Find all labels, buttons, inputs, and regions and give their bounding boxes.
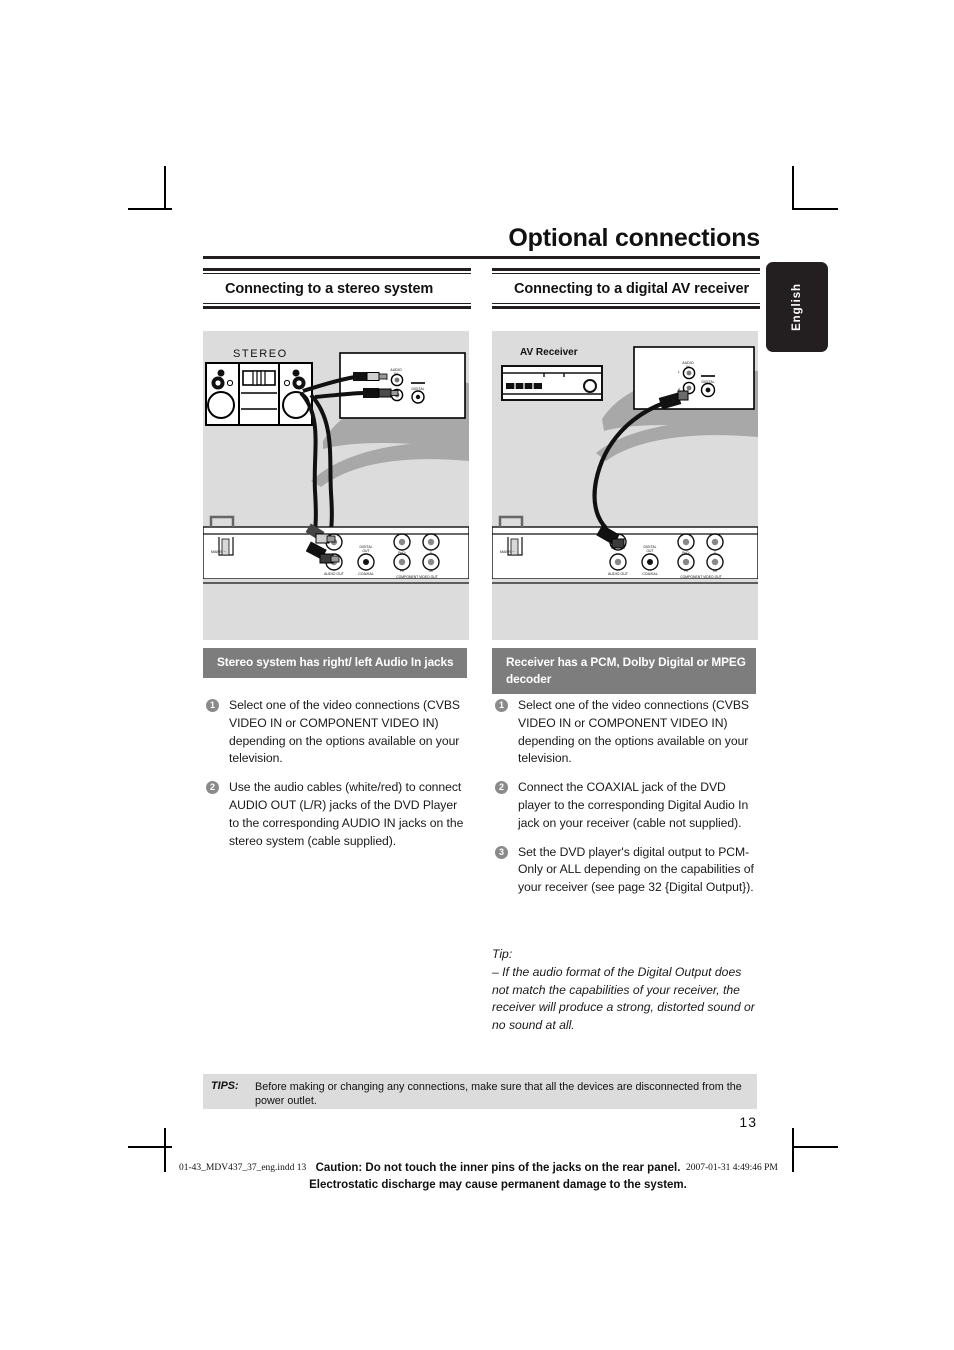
crop-mark-top-right-horizontal [794, 208, 838, 210]
step-item: 1 Select one of the video connections (C… [492, 697, 758, 768]
section-header-av-receiver: Connecting to a digital AV receiver [492, 268, 760, 309]
caution-line-2: Electrostatic discharge may cause perman… [309, 1179, 687, 1191]
rule [203, 306, 471, 309]
steps-list-stereo: 1 Select one of the video connections (C… [203, 697, 469, 861]
step-item: 3 Set the DVD player's digital output to… [492, 844, 758, 897]
tip-label: Tip: [492, 947, 513, 961]
dvd-player-rear-panel: MAINS ~ AUDIO OUT DIGITAL OUT COAXIAL Pr… [203, 515, 469, 585]
tv-jack-panel: AUDIO IN L R DIGITAL [633, 346, 755, 410]
step-text: Select one of the video connections (CVB… [229, 698, 461, 766]
svg-text:Pr/Cr: Pr/Cr [398, 551, 406, 555]
tips-label: TIPS: [211, 1080, 239, 1092]
svg-text:MAINS ~: MAINS ~ [211, 550, 225, 554]
rule [203, 303, 471, 304]
diagram-stereo-svg: STEREO AUDIO DIGITAL MAINS ~ AUDIO OUT D… [203, 331, 469, 640]
svg-text:OUT: OUT [646, 549, 653, 553]
step-number-badge: 1 [206, 699, 219, 712]
svg-text:COAXIAL: COAXIAL [358, 572, 374, 576]
step-number-badge: 2 [495, 781, 508, 795]
section-heading-av-receiver: Connecting to a digital AV receiver [514, 281, 749, 297]
tip-block: Tip: – If the audio format of the Digita… [492, 946, 758, 1035]
stereo-mini-system [205, 362, 313, 426]
step-text: Connect the COAXIAL jack of the DVD play… [518, 780, 749, 830]
language-tab-label: English [791, 283, 803, 331]
svg-text:OUT: OUT [362, 549, 369, 553]
language-tab-english: English [766, 262, 828, 352]
svg-text:Cb: Cb [713, 569, 717, 573]
svg-text:Pr/Cr: Pr/Cr [682, 551, 690, 555]
title-rule [203, 256, 760, 259]
crop-mark-bottom-left-horizontal [128, 1146, 172, 1148]
caution-text: Caution: Do not touch the inner pins of … [288, 1160, 708, 1194]
step-item: 2 Use the audio cables (white/red) to co… [203, 779, 469, 850]
step-text: Set the DVD player's digital output to P… [518, 844, 754, 895]
caution-line-1: Caution: Do not touch the inner pins of … [315, 1162, 681, 1174]
section-heading-stereo: Connecting to a stereo system [225, 281, 434, 297]
diagram-stereo-connection: STEREO AUDIO DIGITAL MAINS ~ AUDIO OUT D… [203, 331, 469, 640]
print-footer-date: 2007-01-31 4:49:46 PM [686, 1163, 778, 1173]
print-footer-filename: 01-43_MDV437_37_eng.indd 13 [179, 1163, 307, 1173]
caption-bar-stereo: Stereo system has right/ left Audio In j… [203, 648, 467, 678]
svg-text:Cb: Cb [429, 569, 433, 573]
caption-bar-av-receiver: Receiver has a PCM, Dolby Digital or MPE… [492, 648, 756, 694]
stereo-device-label: STEREO [233, 348, 288, 360]
dvd-player-rear-panel: MAINS ~ AUDIO OUT DIGITAL OUT COAXIAL Pr… [492, 515, 758, 585]
step-item: 1 Select one of the video connections (C… [203, 697, 469, 768]
step-text: Use the audio cables (white/red) to conn… [229, 780, 464, 848]
manual-page: Optional connections English Connecting … [0, 0, 954, 1350]
svg-text:AUDIO OUT: AUDIO OUT [608, 572, 629, 576]
tv-jack-panel: AUDIO IN L R DIGITAL [339, 352, 466, 419]
crop-mark-top-left-vertical [164, 166, 166, 210]
steps-list-av-receiver: 1 Select one of the video connections (C… [492, 697, 758, 908]
av-receiver-device-label: AV Receiver [520, 347, 578, 358]
svg-text:Pb: Pb [400, 569, 404, 573]
step-item: 2 Connect the COAXIAL jack of the DVD pl… [492, 779, 758, 832]
step-number-badge: 3 [495, 845, 508, 859]
tip-text: – If the audio format of the Digital Out… [492, 964, 755, 1033]
rule [203, 268, 471, 271]
crop-mark-top-left-horizontal [128, 208, 172, 210]
svg-text:COMPONENT VIDEO OUT: COMPONENT VIDEO OUT [396, 575, 438, 579]
step-text: Select one of the video connections (CVB… [518, 698, 750, 766]
svg-text:AUDIO OUT: AUDIO OUT [324, 572, 345, 576]
tips-text: Before making or changing any connection… [255, 1081, 742, 1107]
print-footer-clip: Caution: Do not touch the inner pins of … [0, 1152, 954, 1194]
page-number: 13 [739, 1114, 757, 1130]
rule [492, 306, 760, 309]
page-title: Optional connections [508, 224, 760, 252]
av-receiver-unit [501, 365, 603, 401]
svg-text:Pb: Pb [684, 569, 688, 573]
svg-text:MAINS ~: MAINS ~ [500, 550, 514, 554]
rule [492, 268, 760, 271]
tips-footer-bar: TIPS: Before making or changing any conn… [203, 1074, 757, 1109]
svg-text:COMPONENT VIDEO OUT: COMPONENT VIDEO OUT [680, 575, 722, 579]
svg-text:COAXIAL: COAXIAL [642, 572, 658, 576]
rule [492, 303, 760, 304]
svg-text:L: L [678, 370, 680, 374]
step-number-badge: 1 [495, 699, 508, 712]
diagram-av-receiver-svg: AV Receiver AUDIO IN L [492, 331, 758, 640]
diagram-av-receiver-connection: AV Receiver AUDIO IN L [492, 331, 758, 640]
section-header-stereo: Connecting to a stereo system [203, 268, 471, 309]
crop-mark-bottom-right-horizontal [794, 1146, 838, 1148]
step-number-badge: 2 [206, 781, 219, 795]
crop-mark-top-right-vertical [792, 166, 794, 210]
